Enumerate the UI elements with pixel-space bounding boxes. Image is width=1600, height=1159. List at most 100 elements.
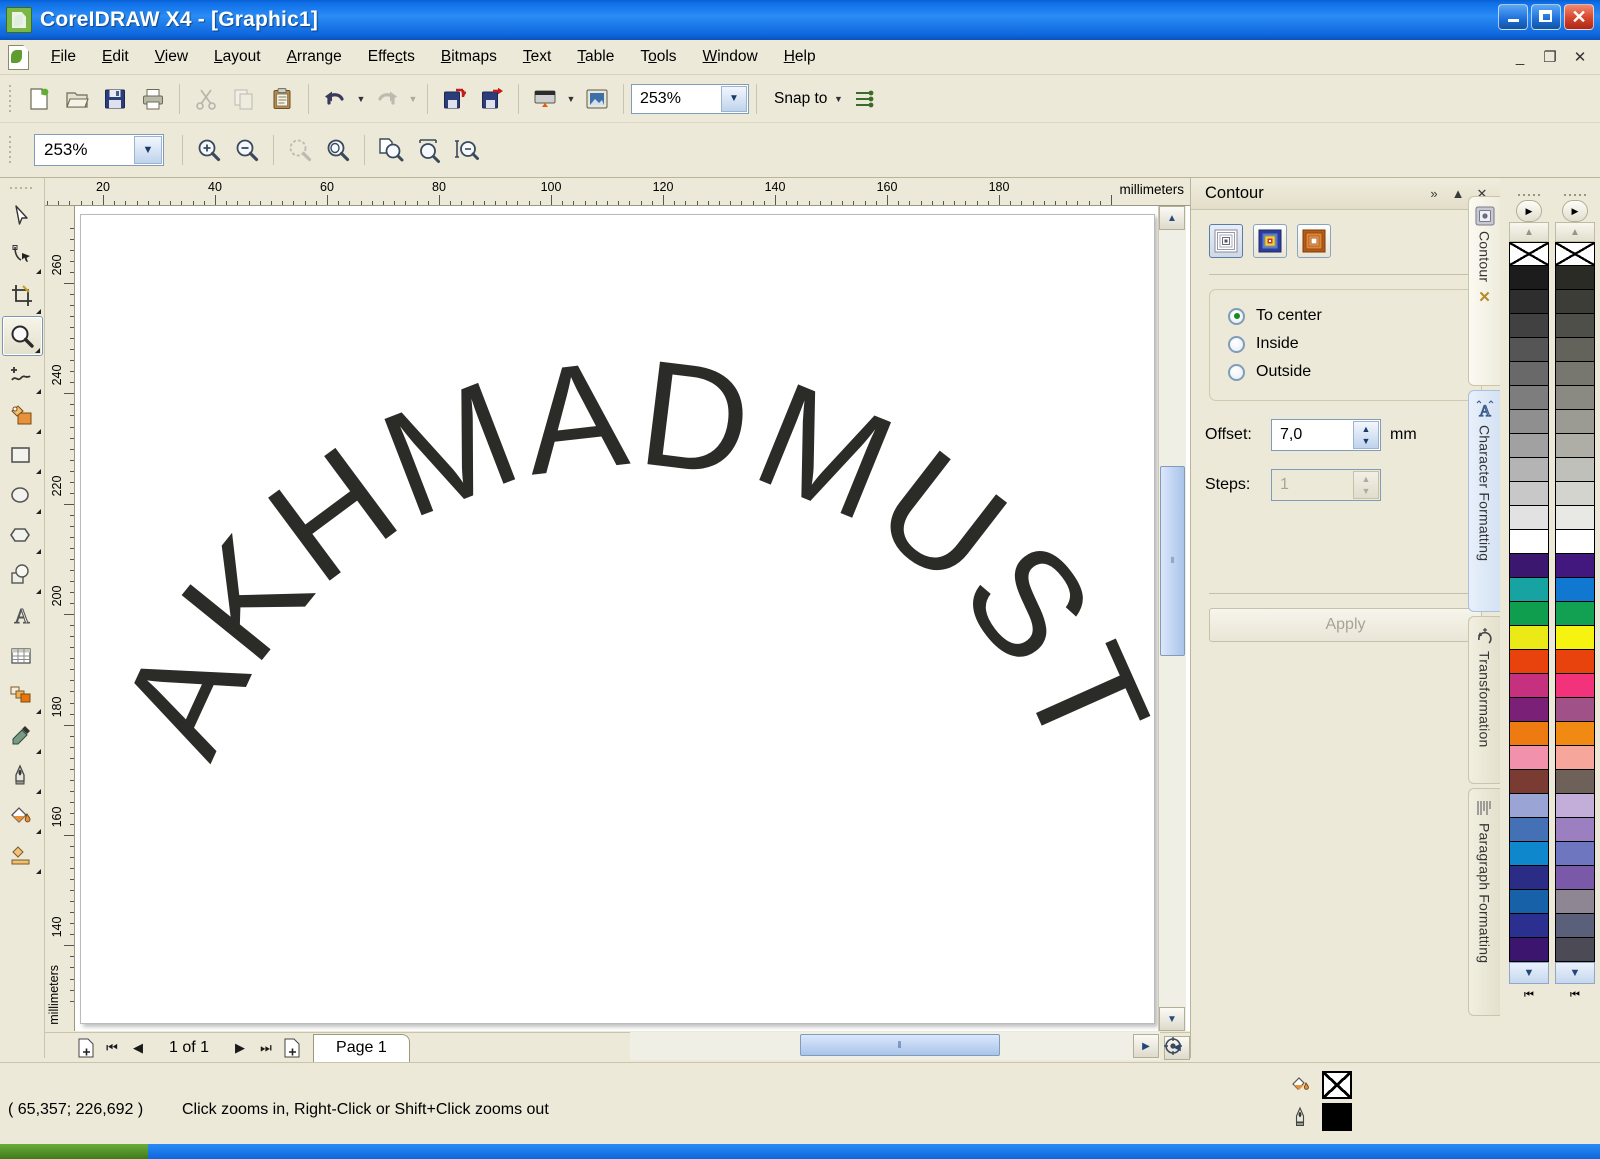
pick-tool[interactable] <box>2 196 43 236</box>
vertical-ruler[interactable]: 260 240 220 200 180 160 140 millimeters <box>45 206 75 1031</box>
save-icon[interactable] <box>96 80 134 118</box>
color-swatch[interactable] <box>1509 242 1549 266</box>
new-document-icon[interactable] <box>20 80 58 118</box>
zoom-toolbar-grip[interactable] <box>6 136 14 164</box>
scroll-right-button[interactable]: ▶ <box>1133 1034 1159 1058</box>
palette-menu-button-b[interactable]: ▶ <box>1562 200 1588 222</box>
first-page-button[interactable]: ⏮ <box>99 1035 125 1061</box>
color-swatch[interactable] <box>1555 314 1595 338</box>
redo-dropdown-icon[interactable]: ▼ <box>406 80 420 118</box>
menu-table[interactable]: Table <box>564 44 627 70</box>
zoom-out-icon[interactable] <box>228 131 266 169</box>
color-swatch[interactable] <box>1509 890 1549 914</box>
radio-to-center-indicator[interactable] <box>1228 307 1245 325</box>
color-swatch[interactable] <box>1509 698 1549 722</box>
color-swatch[interactable] <box>1509 266 1549 290</box>
open-document-icon[interactable] <box>58 80 96 118</box>
table-tool[interactable] <box>2 636 43 676</box>
fill-color-chip[interactable] <box>1322 1071 1352 1099</box>
color-swatch[interactable] <box>1555 938 1595 962</box>
color-swatch[interactable] <box>1509 746 1549 770</box>
artwork-arc-text[interactable]: AKHMADMUST <box>75 206 1190 1031</box>
palette-scroll-down-a[interactable]: ▼ <box>1509 962 1549 984</box>
color-swatch[interactable] <box>1555 266 1595 290</box>
last-page-button[interactable]: ⏭ <box>253 1035 279 1061</box>
scroll-up-button[interactable]: ▲ <box>1159 206 1185 230</box>
color-swatch[interactable] <box>1509 914 1549 938</box>
zoom-tool[interactable] <box>1 316 43 356</box>
radio-inside-indicator[interactable] <box>1228 335 1245 353</box>
undo-icon[interactable] <box>316 80 354 118</box>
palette-grip-a[interactable] <box>1518 190 1540 200</box>
menu-layout[interactable]: Layout <box>201 44 274 70</box>
text-tool[interactable]: A <box>2 596 43 636</box>
basic-shapes-tool[interactable] <box>2 556 43 596</box>
corel-connect-icon[interactable] <box>578 80 616 118</box>
polygon-tool[interactable] <box>2 516 43 556</box>
launcher-dropdown-icon[interactable]: ▼ <box>564 80 578 118</box>
options-icon[interactable] <box>845 80 883 118</box>
zoom-to-all-objects-icon[interactable] <box>319 131 357 169</box>
add-page-after-icon[interactable] <box>279 1035 305 1061</box>
navigator-popup-icon[interactable] <box>1160 1034 1186 1058</box>
import-icon[interactable] <box>435 80 473 118</box>
horizontal-scroll-thumb[interactable]: ⦀ <box>800 1034 1000 1056</box>
color-swatch[interactable] <box>1509 578 1549 602</box>
palette-menu-button-a[interactable]: ▶ <box>1516 200 1542 222</box>
color-swatch[interactable] <box>1509 410 1549 434</box>
canvas-vertical-scrollbar[interactable]: ▲ ⦀ ▼ <box>1158 206 1186 1031</box>
palette-scroll-up-b[interactable]: ▲ <box>1555 222 1595 242</box>
drawing-canvas[interactable]: AKHMADMUST <box>75 206 1190 1031</box>
docker-collapse-icon[interactable]: » <box>1422 182 1446 206</box>
redo-icon[interactable] <box>368 80 406 118</box>
radio-inside[interactable]: Inside <box>1210 330 1481 358</box>
color-swatch[interactable] <box>1509 482 1549 506</box>
menu-view[interactable]: View <box>142 44 201 70</box>
eyedropper-tool[interactable] <box>2 716 43 756</box>
color-swatch[interactable] <box>1555 794 1595 818</box>
color-swatch[interactable] <box>1555 842 1595 866</box>
chevron-down-icon[interactable]: ▼ <box>134 136 162 164</box>
color-swatch[interactable] <box>1555 866 1595 890</box>
minimize-button[interactable] <box>1498 4 1528 30</box>
apply-button[interactable]: Apply <box>1209 608 1482 642</box>
copy-icon[interactable] <box>225 80 263 118</box>
color-swatch[interactable] <box>1509 386 1549 410</box>
palette-scroll-down-b[interactable]: ▼ <box>1555 962 1595 984</box>
color-swatch[interactable] <box>1509 818 1549 842</box>
canvas-horizontal-scrollbar[interactable]: ⦀ <box>630 1032 1160 1060</box>
color-swatch[interactable] <box>1555 722 1595 746</box>
color-swatch[interactable] <box>1509 506 1549 530</box>
color-swatch[interactable] <box>1555 242 1595 266</box>
smart-fill-tool[interactable] <box>2 396 43 436</box>
color-swatch[interactable] <box>1509 602 1549 626</box>
color-swatch[interactable] <box>1555 650 1595 674</box>
color-swatch[interactable] <box>1509 650 1549 674</box>
color-swatch[interactable] <box>1509 722 1549 746</box>
color-swatch[interactable] <box>1555 674 1595 698</box>
palette-end-button-a[interactable]: ⏮ <box>1509 984 1549 1006</box>
zoom-to-page-width-icon[interactable] <box>410 131 448 169</box>
side-tab-paragraph-formatting[interactable]: Paragraph Formatting <box>1468 788 1500 1016</box>
side-tab-character-formatting[interactable]: A Character Formatting <box>1468 390 1500 612</box>
menu-file[interactable]: File <box>38 44 89 70</box>
color-swatch[interactable] <box>1509 938 1549 962</box>
cut-icon[interactable] <box>187 80 225 118</box>
menu-text[interactable]: Text <box>510 44 564 70</box>
mdi-minimize-button[interactable]: _ <box>1508 45 1532 69</box>
fill-indicator-row[interactable] <box>1290 1071 1352 1099</box>
color-swatch[interactable] <box>1509 314 1549 338</box>
freehand-tool[interactable] <box>2 356 43 396</box>
paste-icon[interactable] <box>263 80 301 118</box>
steps-stepper[interactable]: ▲ ▼ <box>1353 471 1379 499</box>
snap-to-label[interactable]: Snap to <box>774 90 827 108</box>
side-tab-transformation[interactable]: Transformation <box>1468 616 1500 784</box>
color-swatch[interactable] <box>1509 794 1549 818</box>
fill-tool[interactable] <box>2 796 43 836</box>
previous-page-button[interactable]: ◀ <box>125 1035 151 1061</box>
menu-effects[interactable]: Effects <box>355 44 428 70</box>
color-swatch[interactable] <box>1555 362 1595 386</box>
menu-help[interactable]: Help <box>771 44 829 70</box>
menu-window[interactable]: Window <box>690 44 771 70</box>
snap-to-dropdown-icon[interactable]: ▼ <box>831 80 845 118</box>
